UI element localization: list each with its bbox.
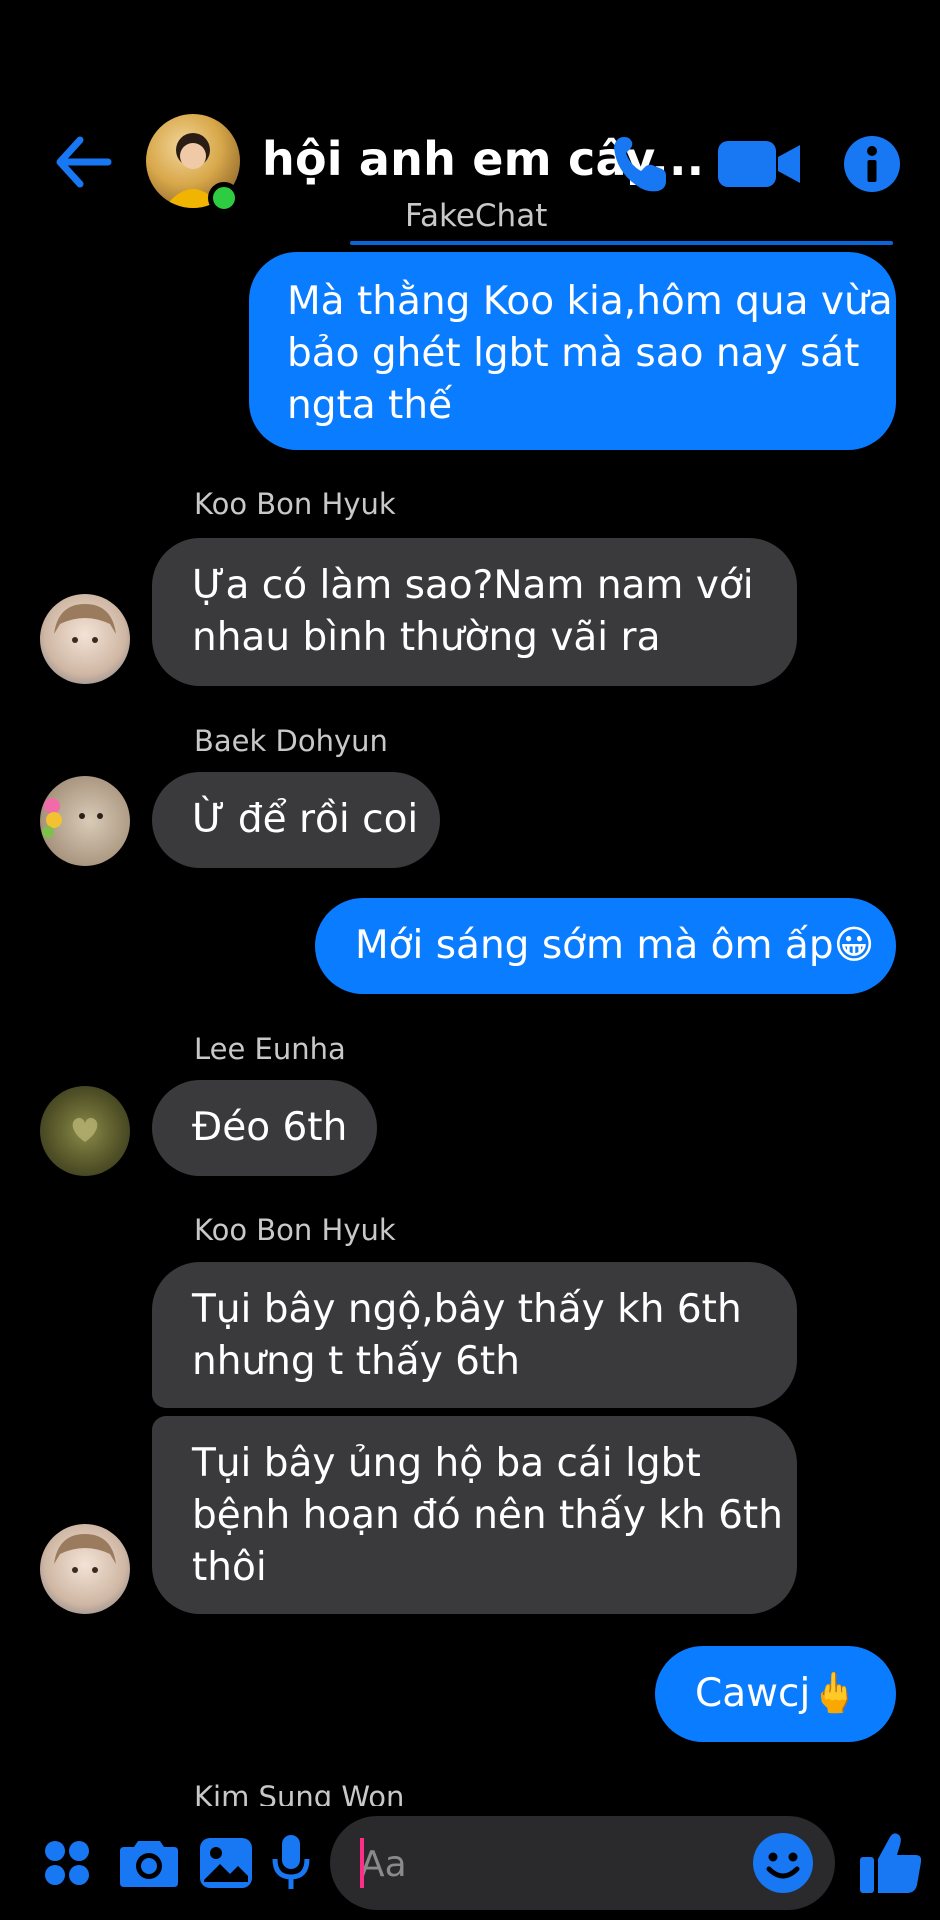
message-text: Ừ để rồi coi [192, 797, 419, 842]
phone-icon[interactable] [608, 130, 672, 198]
sender-name: Koo Bon Hyuk [194, 1213, 396, 1247]
message-text: bảo ghét lgbt mà sao nay sát [287, 331, 860, 376]
message-composer[interactable] [330, 1816, 835, 1910]
message-bubble-incoming[interactable]: Ựa có làm sao?Nam nam với nhau bình thườ… [152, 538, 797, 686]
message-bubble-outgoing[interactable]: Mà thằng Koo kia,hôm qua vừa bảo ghét lg… [249, 252, 896, 450]
message-text: Mới sáng sớm mà ôm ấp😀 [355, 923, 875, 968]
sender-name: Koo Bon Hyuk [194, 487, 396, 521]
thumbs-up-icon[interactable] [856, 1828, 926, 1898]
sender-name: Baek Dohyun [194, 724, 388, 758]
message-bubble-outgoing[interactable]: Mới sáng sớm mà ôm ấp😀 [315, 898, 896, 994]
message-text: Mà thằng Koo kia,hôm qua vừa [287, 279, 893, 324]
info-icon[interactable] [840, 132, 904, 196]
sender-name: Lee Eunha [194, 1032, 346, 1066]
camera-icon[interactable] [116, 1834, 182, 1892]
message-text: bệnh hoạn đó nên thấy kh 6th [192, 1493, 783, 1538]
message-text: nhưng t thấy 6th [192, 1339, 520, 1384]
message-text: Tụi bây ủng hộ ba cái lgbt [192, 1441, 701, 1486]
message-bubble-outgoing[interactable]: Cawcj🖕 [655, 1646, 896, 1742]
message-bubble-incoming[interactable]: Ừ để rồi coi [152, 772, 440, 868]
message-text: thôi [192, 1545, 267, 1590]
message-input[interactable] [358, 1832, 742, 1896]
message-text: Ựa có làm sao?Nam nam với [192, 563, 754, 608]
message-text: nhau bình thường vãi ra [192, 615, 661, 660]
avatar[interactable] [40, 594, 130, 684]
online-status-dot [208, 182, 240, 214]
message-text: Tụi bây ngộ,bây thấy kh 6th [192, 1287, 742, 1332]
avatar[interactable] [40, 1086, 130, 1176]
microphone-icon[interactable] [268, 1832, 314, 1894]
message-bubble-incoming[interactable]: Tụi bây ủng hộ ba cái lgbt bệnh hoạn đó … [152, 1416, 797, 1614]
avatar[interactable] [40, 776, 130, 866]
apps-icon[interactable] [40, 1836, 94, 1890]
text-cursor [360, 1838, 364, 1888]
gallery-icon[interactable] [196, 1834, 256, 1892]
message-bubble-incoming[interactable]: Tụi bây ngộ,bây thấy kh 6th nhưng t thấy… [152, 1262, 797, 1408]
emoji-icon[interactable] [750, 1830, 816, 1896]
sender-name: Kim Sung Won [194, 1780, 405, 1806]
watermark-text: FakeChat [405, 198, 548, 234]
header-divider [350, 241, 893, 245]
back-arrow-icon[interactable] [50, 132, 114, 192]
message-text: ngta thế [287, 383, 453, 428]
avatar[interactable] [40, 1524, 130, 1614]
message-text: Cawcj🖕 [695, 1671, 859, 1716]
video-camera-icon[interactable] [716, 134, 802, 194]
message-text: Đéo 6th [192, 1105, 348, 1150]
message-bubble-incoming[interactable]: Đéo 6th [152, 1080, 377, 1176]
